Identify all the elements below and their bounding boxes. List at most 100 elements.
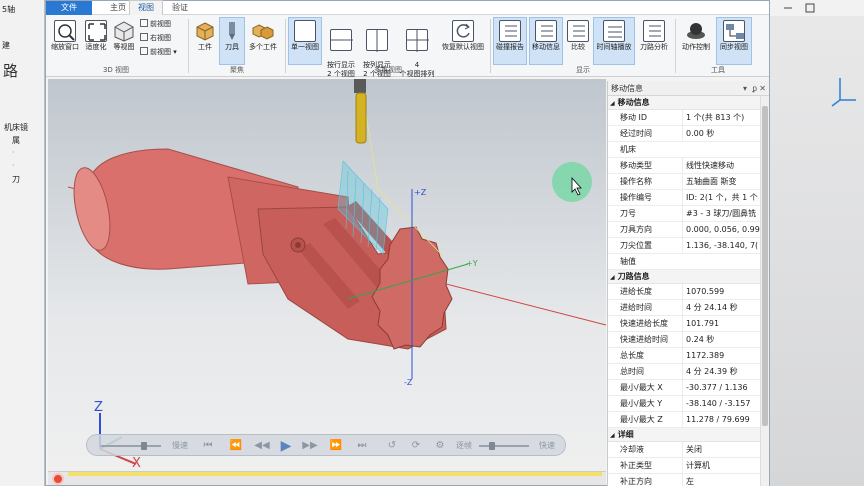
panel-scrollbar[interactable] (760, 96, 769, 486)
forward-end-icon[interactable]: ⏭ (353, 438, 371, 454)
property-value: 1070.599 (682, 284, 762, 299)
prev-icon[interactable]: ◀◀ (253, 438, 271, 454)
property-row[interactable]: 操作名称 五轴曲面 斯变 (608, 174, 769, 190)
progress-bar[interactable] (48, 471, 606, 485)
property-row[interactable]: 冷却液 关闭 (608, 442, 769, 458)
step-forward-icon[interactable]: ⏩ (327, 438, 345, 454)
panel-header: 移动信息 ▾ ᵱ ✕ (608, 81, 769, 96)
property-row[interactable]: 最小/最大 X -30.377 / 1.136 (608, 380, 769, 396)
property-value: 4 分 24.39 秒 (682, 364, 762, 379)
property-row[interactable]: 刀具方向 0.000, 0.056, 0.99 (608, 222, 769, 238)
property-key: 最小/最大 Z (620, 415, 663, 424)
property-row[interactable]: 最小/最大 Z 11.278 / 79.699 (608, 412, 769, 428)
compare-button[interactable]: 比较 (565, 18, 591, 52)
property-row[interactable]: 轴值 (608, 254, 769, 270)
property-row[interactable]: 机床 (608, 142, 769, 158)
tab-view[interactable]: 视图 (129, 0, 163, 16)
sync-view-button[interactable]: 同步视图 (716, 17, 752, 65)
property-key: 机床 (620, 145, 636, 154)
property-row[interactable]: 快速进给时间 0.24 秒 (608, 332, 769, 348)
bg-tree-item[interactable]: 属 (4, 135, 28, 148)
fit-button[interactable]: 适度化 (82, 18, 110, 52)
motion-control-button[interactable]: 动作控制 (678, 18, 714, 52)
property-row[interactable]: 刀号 #3 - 3 球刀/圆鼻铣 (608, 206, 769, 222)
timeline-play-button[interactable]: 时间轴播放 (593, 17, 635, 65)
property-key: 补正方向 (620, 477, 652, 486)
refresh-icon[interactable]: ⟳ (407, 438, 425, 454)
multi-workpiece-button[interactable]: 多个工件 (247, 18, 279, 52)
property-row[interactable]: 快速进给长度 101.791 (608, 316, 769, 332)
property-value: 11.278 / 79.699 (682, 412, 762, 427)
group-focus-label: 聚焦 (230, 66, 244, 74)
property-row[interactable]: 经过时间 0.00 秒 (608, 126, 769, 142)
iso-view-button[interactable]: 等视图 (110, 18, 138, 52)
scrollbar-thumb[interactable] (762, 106, 768, 426)
play-icon[interactable]: ▶ (277, 438, 295, 454)
collision-report-button[interactable]: 碰撞报告 (493, 17, 527, 65)
move-info-label: 移动信息 (532, 43, 560, 51)
restore-view-button[interactable]: 恢复默认视图 (440, 18, 486, 52)
right-view-button[interactable]: 右视图 (140, 33, 171, 44)
pin-icon[interactable]: ▾ (743, 81, 747, 96)
property-row[interactable]: 最小/最大 Y -38.140 / -3.157 (608, 396, 769, 412)
property-key: 补正类型 (620, 461, 652, 470)
move-info-button[interactable]: 移动信息 (529, 17, 563, 65)
property-row[interactable]: 进给时间 4 分 24.14 秒 (608, 300, 769, 316)
property-row[interactable]: 进给长度 1070.599 (608, 284, 769, 300)
tab-verify[interactable]: 验证 (164, 1, 196, 15)
right-view-label: 右视图 (150, 34, 171, 42)
tab-file[interactable]: 文件 (46, 1, 92, 15)
rewind-start-icon[interactable]: ⏮ (199, 438, 217, 454)
workpiece-model (73, 148, 453, 350)
property-key: 操作编号 (620, 193, 652, 202)
step-back-icon[interactable]: ⏪ (227, 438, 245, 454)
tool-analysis-label: 刀路分析 (640, 43, 668, 51)
section-header[interactable]: ◢ 详细 (608, 428, 769, 442)
property-row[interactable]: 总时间 4 分 24.39 秒 (608, 364, 769, 380)
step-slider-handle[interactable] (489, 442, 495, 450)
tool-focus-button[interactable]: 刀具 (219, 17, 245, 65)
property-key: 最小/最大 Y (620, 399, 663, 408)
close-icon[interactable]: ✕ (759, 81, 766, 96)
property-row[interactable]: 操作编号 ID: 2(1 个，共 1 个 (608, 190, 769, 206)
property-row[interactable]: 补正类型 计算机 (608, 458, 769, 474)
single-view-button[interactable]: 单一视图 (288, 17, 322, 65)
property-row[interactable]: 补正方向 左 (608, 474, 769, 486)
fit-label: 适度化 (85, 43, 107, 51)
collapse-triangle-icon[interactable]: ◢ (610, 432, 615, 439)
collapse-triangle-icon[interactable]: ◢ (610, 100, 615, 107)
z-plus-label: +Z (414, 188, 427, 197)
back-view-button[interactable]: 前视图 ▾ (140, 47, 177, 58)
speed-slider[interactable] (101, 442, 161, 450)
next-icon[interactable]: ▶▶ (301, 438, 319, 454)
tool-analysis-icon (643, 20, 665, 42)
collapse-triangle-icon[interactable]: ◢ (610, 274, 615, 281)
triad-x-label: X (132, 456, 141, 471)
bg-tree-spacer: · (12, 148, 15, 157)
ribbon-separator (285, 19, 286, 73)
section-header[interactable]: ◢ 移动信息 (608, 96, 769, 110)
tool-focus-label: 刀具 (225, 43, 239, 51)
property-key: 进给长度 (620, 287, 652, 296)
simulation-viewport[interactable]: +Z +Y -Z Z X 慢速 ⏮ ⏪ ◀◀ ▶ ▶▶ ⏩ ⏭ ↺ ⟳ ⚙ 逐帧… (48, 79, 606, 485)
bg-tree-root[interactable]: 机床镜 (4, 122, 28, 135)
property-row[interactable]: 总长度 1172.389 (608, 348, 769, 364)
property-row[interactable]: 移动 ID 1 个(共 813 个) (608, 110, 769, 126)
workpiece-button[interactable]: 工件 (192, 18, 218, 52)
dock-icon[interactable]: ᵱ (753, 81, 757, 96)
bg-tree-item-2[interactable]: 刀 (4, 174, 28, 187)
main-window: 文件 主页 视图 验证 缩放窗口 适度化 等视图 前视图 右视图 前视图 ▾ 3… (45, 0, 770, 486)
multi-box-icon (252, 20, 274, 42)
settings-icon[interactable]: ⚙ (431, 438, 449, 454)
front-view-button[interactable]: 前视图 (140, 19, 171, 30)
property-row[interactable]: 刀尖位置 1.136, -38.140, 7( (608, 238, 769, 254)
loop-icon[interactable]: ↺ (383, 438, 401, 454)
property-row[interactable]: 移动类型 线性快速移动 (608, 158, 769, 174)
tool-analysis-button[interactable]: 刀路分析 (637, 18, 671, 52)
section-header[interactable]: ◢ 刀路信息 (608, 270, 769, 284)
record-icon[interactable] (52, 473, 64, 485)
speed-slider-handle[interactable] (141, 442, 147, 450)
step-slider[interactable] (479, 442, 529, 450)
sync-view-icon (723, 20, 745, 42)
zoom-window-button[interactable]: 缩放窗口 (50, 18, 80, 52)
